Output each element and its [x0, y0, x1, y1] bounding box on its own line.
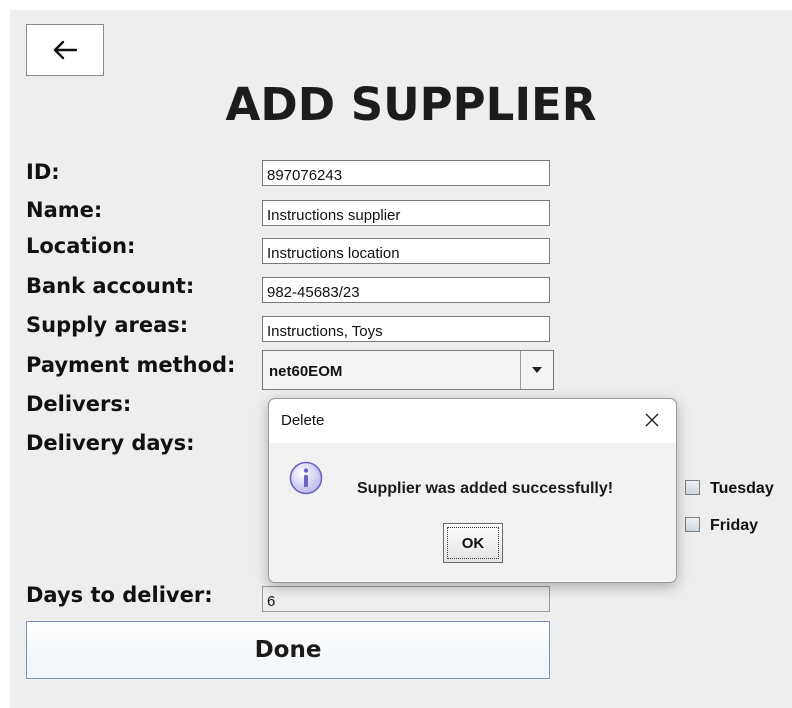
name-field[interactable]: Instructions supplier [262, 200, 550, 226]
payment-method-label: Payment method: [26, 353, 236, 377]
tuesday-checkbox[interactable] [685, 480, 700, 495]
payment-method-value: net60EOM [269, 363, 343, 380]
id-label: ID: [26, 160, 60, 184]
supply-areas-label: Supply areas: [26, 313, 189, 337]
bank-account-label: Bank account: [26, 274, 195, 298]
days-to-deliver-field[interactable]: 6 [262, 586, 550, 612]
close-icon[interactable] [643, 411, 661, 429]
friday-label: Friday [710, 517, 759, 534]
ok-button[interactable]: OK [443, 523, 503, 563]
back-button[interactable] [26, 24, 104, 76]
supply-areas-field[interactable]: Instructions, Toys [262, 316, 550, 342]
done-button[interactable]: Done [26, 621, 550, 679]
info-icon [289, 461, 323, 495]
dialog-title: Delete [281, 412, 325, 429]
chevron-down-icon [532, 367, 542, 373]
page-title: ADD SUPPLIER [225, 78, 597, 131]
arrow-left-icon [53, 40, 78, 60]
dialog-titlebar: Delete [269, 399, 676, 443]
name-label: Name: [26, 198, 103, 222]
tuesday-label: Tuesday [710, 480, 774, 497]
location-field[interactable]: Instructions location [262, 238, 550, 264]
days-to-deliver-label: Days to deliver: [26, 583, 213, 607]
delivers-label: Delivers: [26, 392, 132, 416]
delivery-days-label: Delivery days: [26, 431, 195, 455]
location-label: Location: [26, 234, 136, 258]
bank-account-field[interactable]: 982-45683/23 [262, 277, 550, 303]
dialog-message: Supplier was added successfully! [357, 480, 614, 497]
message-dialog: Delete Supplier was added successfully! … [268, 398, 677, 583]
id-field[interactable]: 897076243 [262, 160, 550, 186]
dropdown-button[interactable] [520, 351, 553, 389]
payment-method-select[interactable]: net60EOM [262, 350, 554, 390]
friday-checkbox[interactable] [685, 517, 700, 532]
